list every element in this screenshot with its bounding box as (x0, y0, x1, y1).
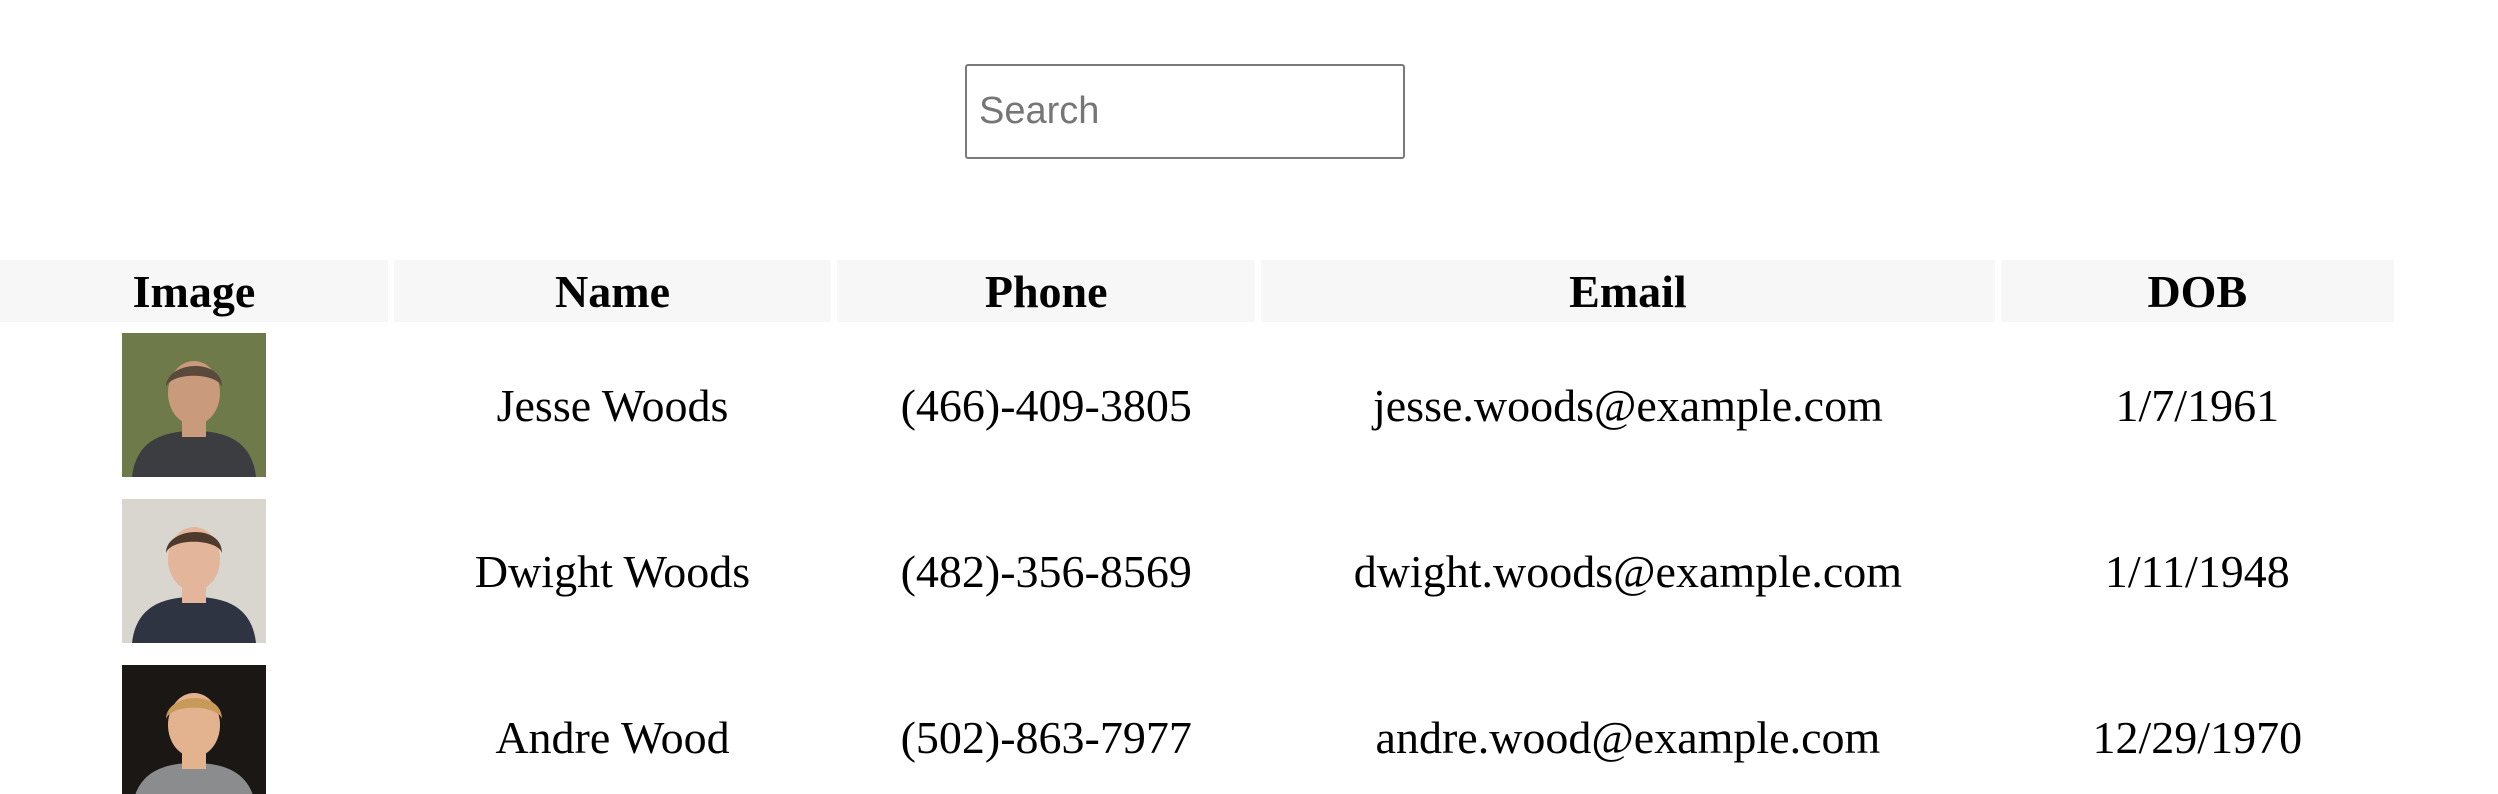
cell-name: Andre Wood (495, 711, 730, 763)
cell-image (0, 488, 388, 654)
table-body: Jesse Woods (466)-409-3805 jesse.woods@exa… (0, 322, 2394, 794)
search-input[interactable] (965, 64, 1405, 159)
contacts-table: Image Name Phone Email DOB Jesse Woods (4… (0, 260, 2400, 794)
column-header-image[interactable]: Image (0, 260, 388, 322)
cell-dob: 1/7/1961 (2115, 379, 2280, 431)
cell-image (0, 322, 388, 488)
cell-image (0, 654, 388, 794)
cell-name: Dwight Woods (474, 545, 751, 597)
cell-phone: (502)-863-7977 (900, 711, 1192, 763)
cell-phone: (466)-409-3805 (900, 379, 1192, 431)
column-header-name[interactable]: Name (393, 260, 832, 322)
cell-phone: (482)-356-8569 (900, 545, 1192, 597)
column-header-email[interactable]: Email (1261, 260, 1995, 322)
column-header-phone[interactable]: Phone (837, 260, 1256, 322)
cell-dob: 1/11/1948 (2104, 545, 2290, 597)
cell-email: jesse.woods@example.com (1372, 379, 1883, 431)
cell-email: dwight.woods@example.com (1353, 545, 1903, 597)
table-header-row: Image Name Phone Email DOB (0, 260, 2394, 322)
avatar (121, 665, 266, 794)
column-header-dob[interactable]: DOB (2000, 260, 2394, 322)
contacts-table-container: Image Name Phone Email DOB Jesse Woods (4… (0, 260, 2400, 794)
contacts-page: Image Name Phone Email DOB Jesse Woods (4… (0, 0, 2498, 794)
cell-dob: 12/29/1970 (2092, 711, 2303, 763)
cell-name: Jesse Woods (496, 379, 729, 431)
table-row[interactable]: Jesse Woods (466)-409-3805 jesse.woods@exa… (0, 322, 2394, 488)
table-row[interactable]: Dwight Woods (482)-356-8569 dwight.woods@e… (0, 488, 2394, 654)
avatar (121, 333, 266, 477)
cell-email: andre.wood@example.com (1375, 711, 1881, 763)
avatar (121, 499, 266, 643)
table-row[interactable]: Andre Wood (502)-863-7977 andre.wood@examp… (0, 654, 2394, 794)
